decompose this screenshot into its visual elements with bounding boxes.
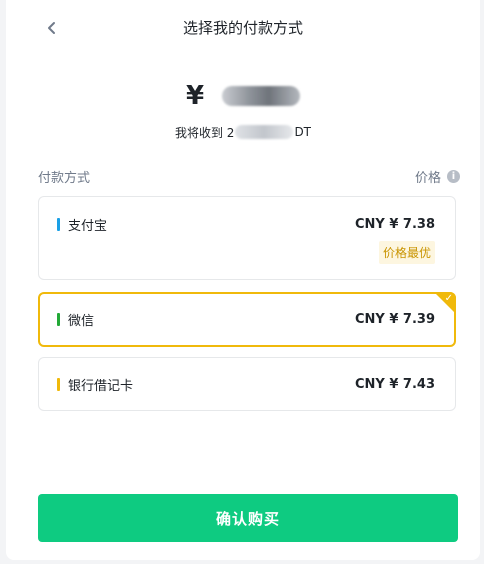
currency-symbol: ¥ [185, 81, 205, 111]
selected-corner: ✓ [434, 292, 456, 314]
method-price: CNY ¥ 7.39 [354, 311, 435, 327]
payment-method-label: 付款方式 [38, 170, 91, 186]
payment-option-alipay[interactable]: 支付宝 CNY ¥ 7.38 价格最优 [38, 196, 456, 280]
section-header: 付款方式 价格 i [38, 166, 460, 186]
payment-method-panel: 选择我的付款方式 ¥ 我将收到 2 DT 付款方式 价格 i 支付宝 CNY ¥… [6, 0, 480, 560]
info-icon[interactable]: i [447, 169, 460, 183]
blurred-receive-amount [235, 125, 294, 139]
method-price: CNY ¥ 7.43 [354, 376, 435, 392]
receive-prefix: 我将收到 2 [174, 125, 235, 140]
payment-option-bank-card[interactable]: 银行借记卡 CNY ¥ 7.43 [38, 357, 456, 411]
method-name: 支付宝 [68, 218, 108, 234]
receive-suffix: DT [294, 125, 312, 139]
receive-summary: 我将收到 2 DT [6, 122, 480, 142]
check-icon: ✓ [444, 293, 453, 304]
method-name: 微信 [68, 313, 95, 329]
blurred-amount [222, 86, 301, 106]
order-amount: ¥ [6, 78, 480, 114]
method-color-bar [57, 217, 60, 231]
method-name: 银行借记卡 [68, 378, 134, 394]
method-color-bar [57, 377, 60, 391]
method-color-bar [57, 312, 60, 326]
method-price: CNY ¥ 7.38 [354, 216, 435, 232]
price-header: 价格 i [415, 167, 460, 186]
best-price-badge: 价格最优 [378, 241, 435, 264]
page-title: 选择我的付款方式 [182, 19, 303, 37]
confirm-purchase-button[interactable]: 确认购买 [38, 494, 458, 542]
header: 选择我的付款方式 [6, 12, 480, 44]
payment-option-wechat[interactable]: 微信 CNY ¥ 7.39 ✓ [38, 292, 456, 347]
price-label: 价格 [414, 170, 441, 186]
